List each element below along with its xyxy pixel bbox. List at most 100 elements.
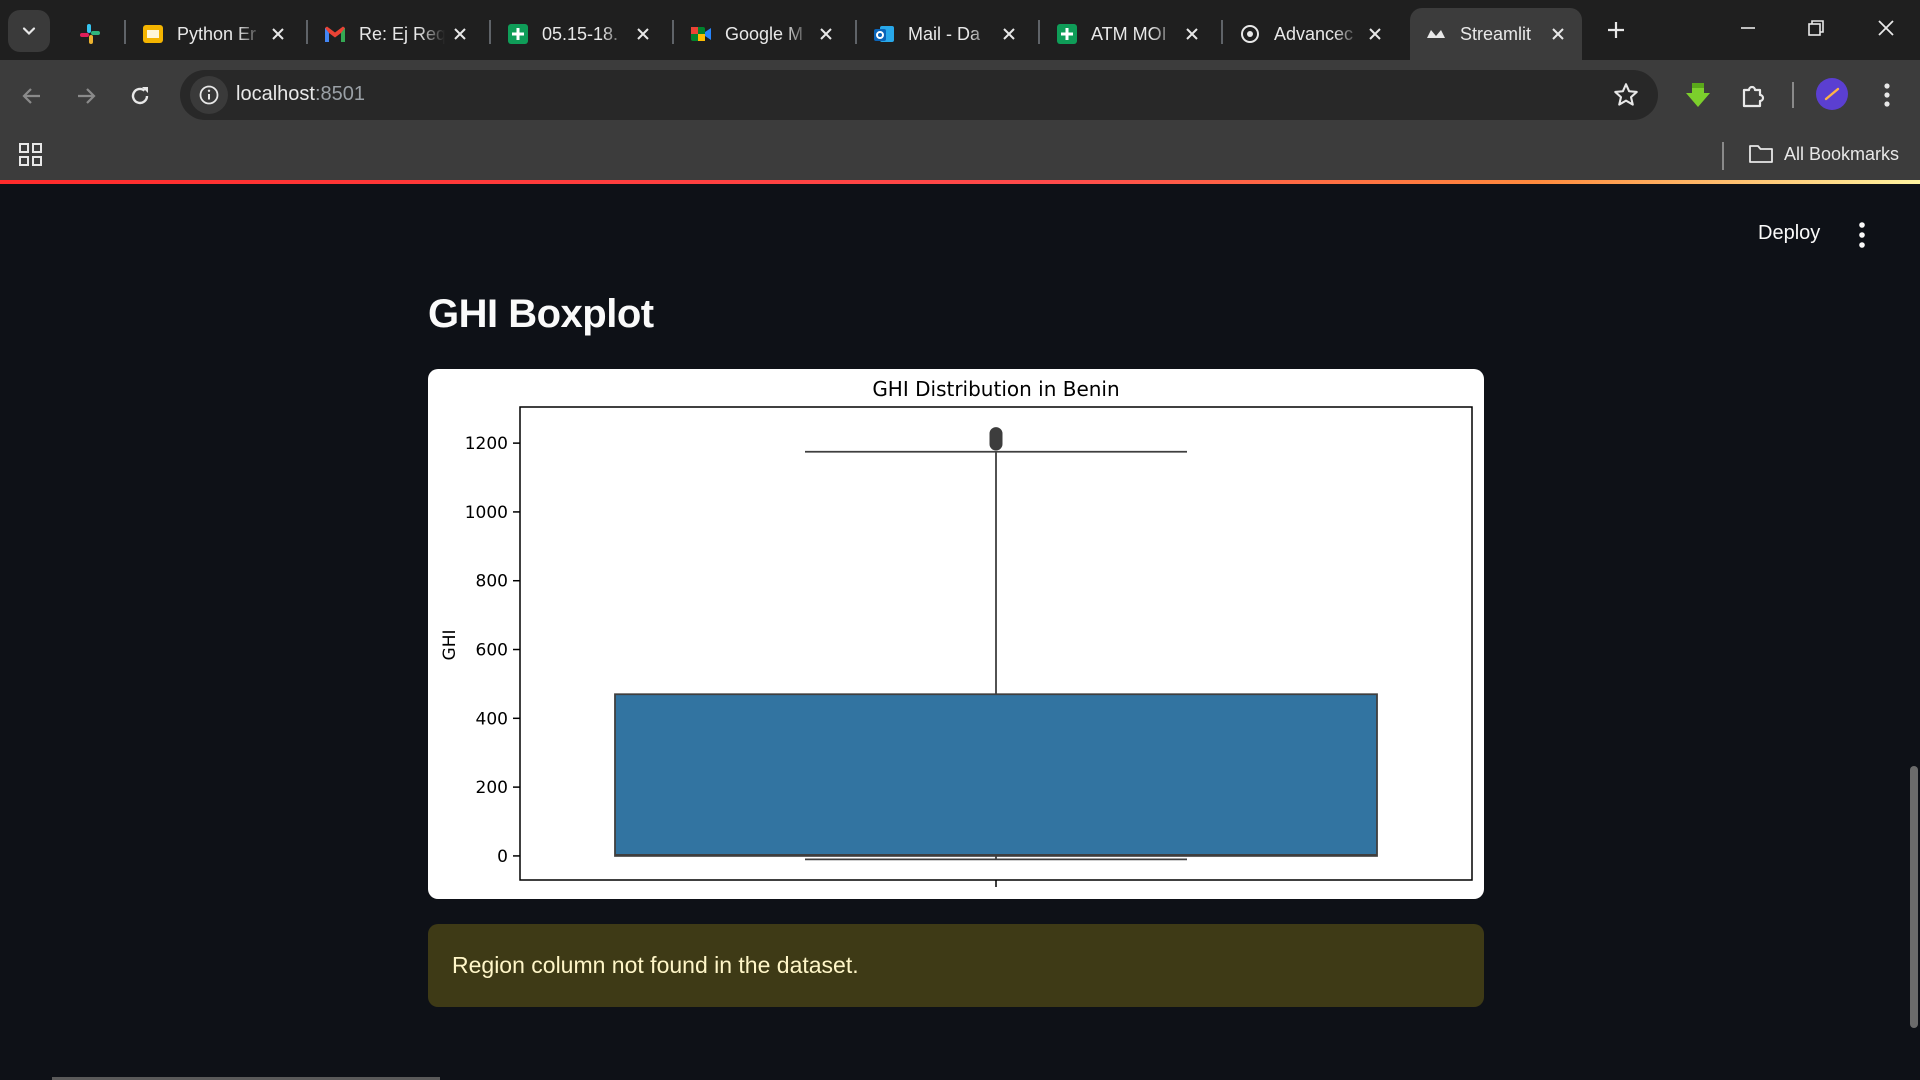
apps-grid-icon[interactable] (16, 140, 46, 170)
sheets-icon (1057, 24, 1077, 44)
tab-separator (489, 20, 491, 44)
boxplot-chart: GHI Distribution in Benin GHI 0 200 400 600… (428, 369, 1484, 899)
tab-outlook-mail[interactable]: Mail - Da (858, 8, 1033, 60)
arrow-left-icon (22, 88, 40, 104)
page-title: GHI Boxplot (428, 292, 654, 336)
close-icon[interactable] (814, 22, 838, 46)
tab-title: Google M (725, 23, 804, 44)
puzzle-icon (1742, 85, 1765, 108)
browser-menu-button[interactable] (1870, 78, 1904, 112)
minimize-button[interactable] (1724, 8, 1772, 48)
plus-icon (1608, 22, 1624, 38)
arrow-right-icon (78, 88, 96, 104)
close-icon[interactable] (266, 22, 290, 46)
tab-python[interactable]: Python Er (127, 8, 302, 60)
restore-button[interactable] (1792, 8, 1840, 48)
close-icon[interactable] (631, 22, 655, 46)
streamlit-decoration-bar (0, 180, 1920, 184)
tab-gmail[interactable]: Re: Ej Req (309, 8, 484, 60)
y-axis-label: GHI (440, 630, 460, 661)
sheets-icon (508, 24, 528, 44)
site-info-button[interactable] (190, 76, 228, 114)
reload-button[interactable] (118, 74, 162, 118)
tab-separator (306, 20, 308, 44)
outlook-icon (874, 26, 894, 42)
tab-separator (1038, 20, 1040, 44)
address-bar[interactable]: localhost:8501 (180, 70, 1658, 120)
y-tick-label: 200 (476, 778, 508, 798)
browser-toolbar: localhost:8501 (0, 60, 1920, 130)
forward-button[interactable] (64, 74, 108, 118)
close-icon[interactable] (997, 22, 1021, 46)
gmail-icon (325, 26, 345, 42)
folder-icon (1749, 145, 1773, 163)
tab-separator (1221, 20, 1223, 44)
tab-title: Re: Ej Req (359, 23, 445, 44)
tab-slack[interactable] (64, 8, 124, 60)
download-arrow-icon (1686, 83, 1710, 107)
warning-alert: Region column not found in the dataset. (428, 924, 1484, 1007)
y-tick-label: 0 (497, 847, 508, 867)
tab-title: Python Er (177, 23, 257, 44)
warning-message: Region column not found in the dataset. (452, 952, 859, 978)
bookmarks-separator (1722, 142, 1724, 170)
close-icon[interactable] (1180, 22, 1204, 46)
url-port: :8501 (314, 83, 365, 105)
tab-separator (672, 20, 674, 44)
tab-title: Mail - Da (908, 23, 981, 44)
restore-icon (1808, 20, 1824, 36)
tab-atm-sheet[interactable]: ATM MOI (1041, 8, 1216, 60)
deploy-button[interactable]: Deploy (1758, 222, 1820, 245)
bookmark-star-icon[interactable] (1612, 81, 1640, 109)
back-button[interactable] (10, 74, 54, 118)
page-scrollbar[interactable] (1910, 766, 1918, 1028)
close-window-button[interactable] (1862, 8, 1910, 48)
info-icon (199, 85, 219, 105)
url-text[interactable]: localhost:8501 (236, 83, 365, 106)
kebab-menu-icon (1884, 83, 1890, 107)
all-bookmarks-button[interactable]: All Bookmarks (1748, 138, 1899, 170)
tab-sheet-0515[interactable]: 05.15-18. (492, 8, 667, 60)
chart-title: GHI Distribution in Benin (872, 377, 1119, 401)
y-tick-label: 800 (476, 572, 508, 592)
tab-strip: Python Er Re: Ej Req 05.15-18. Google M … (0, 0, 1920, 60)
slides-icon (143, 25, 163, 43)
close-icon[interactable] (1546, 22, 1570, 46)
minimize-icon (1741, 27, 1755, 29)
extensions-button[interactable] (1736, 78, 1770, 112)
reload-icon (131, 87, 149, 105)
tab-google-meet[interactable]: Google M (675, 8, 850, 60)
tab-streamlit[interactable]: Streamlit (1410, 8, 1582, 60)
y-tick-label: 1000 (465, 503, 508, 523)
chevron-down-icon (22, 27, 36, 36)
tab-title: ATM MOI (1091, 23, 1167, 44)
slack-icon (80, 24, 100, 44)
tab-title: Streamlit (1460, 23, 1532, 44)
app-menu-icon[interactable] (1848, 220, 1876, 250)
y-tick-label: 400 (476, 709, 508, 729)
tab-title: Advancec (1274, 23, 1354, 44)
tab-chatgpt[interactable]: Advancec (1224, 8, 1399, 60)
download-extension-button[interactable] (1681, 78, 1715, 112)
streamlit-icon (1427, 30, 1445, 38)
tab-separator (855, 20, 857, 44)
new-tab-button[interactable] (1598, 12, 1634, 48)
all-bookmarks-label: All Bookmarks (1784, 143, 1900, 164)
outlier-markers (989, 427, 1003, 451)
bookmarks-bar: All Bookmarks (0, 130, 1920, 182)
tab-search-button[interactable] (8, 10, 50, 52)
close-icon[interactable] (448, 22, 472, 46)
profile-icon (1824, 87, 1840, 101)
close-icon[interactable] (1363, 22, 1387, 46)
tab-title: 05.15-18. (542, 23, 619, 44)
y-tick-label: 1200 (465, 434, 508, 454)
chatgpt-icon (1241, 25, 1259, 43)
interquartile-box (614, 693, 1378, 857)
meet-icon (691, 27, 711, 41)
y-tick-label: 600 (476, 641, 508, 661)
url-host: localhost (236, 83, 315, 105)
close-icon (1878, 20, 1894, 36)
boxplot-svg: GHI Distribution in Benin GHI 0 200 400 600… (440, 377, 1473, 887)
toolbar-separator (1792, 82, 1794, 108)
profile-avatar[interactable] (1816, 78, 1848, 110)
